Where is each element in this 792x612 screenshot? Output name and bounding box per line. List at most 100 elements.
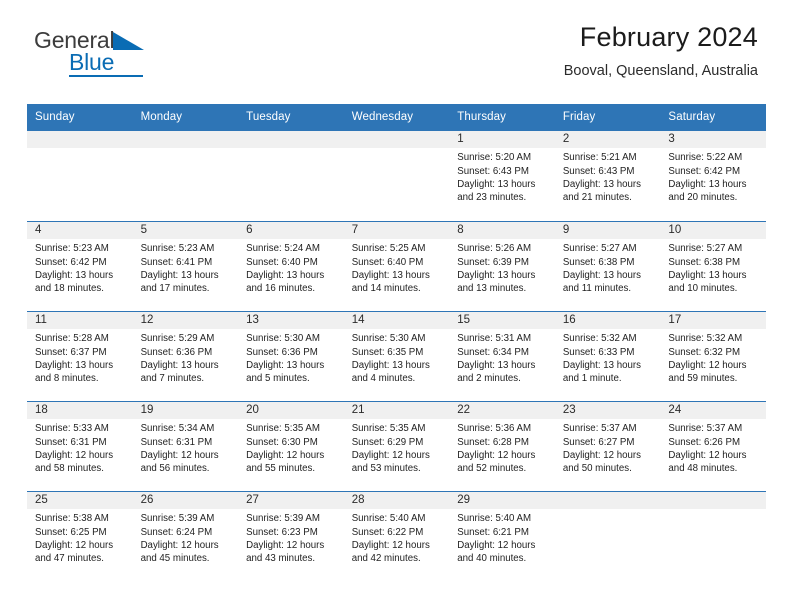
sunrise-text: Sunrise: 5:27 AM (562, 243, 637, 255)
sunrise-text: Sunrise: 5:40 AM (457, 513, 532, 525)
day-cell[interactable]: 1 Sunrise: 5:20 AM Sunset: 6:43 PM Daylight… (449, 131, 555, 222)
daylight-text-line2: and 43 minutes. (246, 553, 316, 565)
daylight-text-line1: Daylight: 12 hours (351, 450, 430, 462)
day-details: Sunrise: 5:25 AM Sunset: 6:40 PM Daylight:… (344, 239, 450, 296)
day-cell[interactable]: 3 Sunrise: 5:22 AM Sunset: 6:42 PM Daylight… (660, 131, 766, 222)
day-cell[interactable]: 21 Sunrise: 5:35 AM Sunset: 6:29 PM Dayligh… (343, 402, 450, 492)
day-number: 1 (449, 131, 555, 149)
sunrise-text: Sunrise: 5:39 AM (246, 513, 320, 525)
day-cell[interactable]: 4 Sunrise: 5:23 AM Sunset: 6:42 PM Daylight… (27, 222, 133, 312)
day-number: 3 (660, 131, 766, 149)
day-cell[interactable]: 25 Sunrise: 5:38 AM Sunset: 6:25 PM Dayligh… (27, 492, 133, 582)
weekday-thursday: Thursday (457, 111, 507, 123)
day-details: Sunrise: 5:31 AM Sunset: 6:34 PM Daylight:… (449, 329, 555, 386)
day-details: Sunrise: 5:23 AM Sunset: 6:41 PM Daylight:… (133, 239, 239, 296)
sunrise-text: Sunrise: 5:23 AM (35, 243, 109, 255)
sunrise-text: Sunrise: 5:35 AM (351, 423, 426, 435)
day-cell[interactable]: 17 Sunrise: 5:32 AM Sunset: 6:32 PM Dayligh… (660, 312, 766, 402)
daylight-text-line1: Daylight: 12 hours (668, 450, 747, 462)
brand-underline (69, 75, 143, 77)
day-cell-empty (660, 492, 766, 582)
day-number: 11 (27, 312, 133, 330)
day-number: 27 (238, 492, 344, 510)
day-cell[interactable]: 7 Sunrise: 5:25 AM Sunset: 6:40 PM Daylight… (343, 222, 450, 312)
daylight-text-line1: Daylight: 13 hours (246, 360, 325, 372)
day-details: Sunrise: 5:40 AM Sunset: 6:22 PM Daylight:… (344, 509, 450, 566)
daylight-text-line1: Daylight: 13 hours (562, 270, 641, 282)
day-cell[interactable]: 15 Sunrise: 5:31 AM Sunset: 6:34 PM Dayligh… (449, 312, 555, 402)
daylight-text-line1: Daylight: 13 hours (140, 360, 219, 372)
daylight-text-line1: Daylight: 12 hours (351, 540, 430, 552)
day-cell[interactable]: 23 Sunrise: 5:37 AM Sunset: 6:27 PM Dayligh… (554, 402, 661, 492)
day-cell-empty (27, 131, 133, 222)
daylight-text-line1: Daylight: 13 hours (668, 270, 747, 282)
day-number: 8 (449, 222, 555, 240)
day-cell[interactable]: 11 Sunrise: 5:28 AM Sunset: 6:37 PM Dayligh… (27, 312, 133, 402)
daylight-text-line2: and 50 minutes. (562, 463, 632, 475)
sunrise-text: Sunrise: 5:39 AM (140, 513, 215, 525)
day-details: Sunrise: 5:20 AM Sunset: 6:43 PM Daylight:… (449, 148, 555, 205)
sunrise-text: Sunrise: 5:32 AM (668, 333, 743, 345)
day-number: 21 (343, 402, 450, 420)
sunset-text: Sunset: 6:42 PM (668, 165, 741, 177)
brand-logo[interactable]: General Blue (34, 29, 164, 81)
day-cell[interactable]: 8 Sunrise: 5:26 AM Sunset: 6:39 PM Daylight… (449, 222, 555, 312)
day-details: Sunrise: 5:30 AM Sunset: 6:35 PM Daylight:… (344, 329, 450, 386)
day-number: 2 (554, 131, 661, 149)
day-cell[interactable]: 22 Sunrise: 5:36 AM Sunset: 6:28 PM Dayligh… (449, 402, 555, 492)
day-cell[interactable]: 12 Sunrise: 5:29 AM Sunset: 6:36 PM Dayligh… (132, 312, 239, 402)
day-cell[interactable]: 20 Sunrise: 5:35 AM Sunset: 6:30 PM Dayligh… (238, 402, 344, 492)
sunrise-text: Sunrise: 5:26 AM (457, 243, 532, 255)
daylight-text-line1: Daylight: 12 hours (668, 360, 747, 372)
day-cell[interactable]: 14 Sunrise: 5:30 AM Sunset: 6:35 PM Dayligh… (343, 312, 450, 402)
daylight-text-line1: Daylight: 12 hours (562, 450, 641, 462)
daylight-text-line2: and 14 minutes. (351, 283, 421, 295)
daylight-text-line2: and 2 minutes. (457, 373, 521, 385)
daylight-text-line1: Daylight: 12 hours (140, 450, 219, 462)
day-number: 18 (27, 402, 133, 420)
day-cell[interactable]: 10 Sunrise: 5:27 AM Sunset: 6:38 PM Dayligh… (660, 222, 766, 312)
day-details: Sunrise: 5:27 AM Sunset: 6:38 PM Daylight:… (660, 239, 766, 296)
daylight-text-line2: and 18 minutes. (35, 283, 104, 295)
day-cell[interactable]: 9 Sunrise: 5:27 AM Sunset: 6:38 PM Daylight… (554, 222, 661, 312)
day-cell[interactable]: 29 Sunrise: 5:40 AM Sunset: 6:21 PM Dayligh… (449, 492, 555, 582)
day-details: Sunrise: 5:29 AM Sunset: 6:36 PM Daylight:… (133, 329, 239, 386)
day-cell[interactable]: 18 Sunrise: 5:33 AM Sunset: 6:31 PM Dayligh… (27, 402, 133, 492)
daylight-text-line2: and 17 minutes. (140, 283, 210, 295)
day-cell[interactable]: 2 Sunrise: 5:21 AM Sunset: 6:43 PM Daylight… (554, 131, 661, 222)
daylight-text-line2: and 53 minutes. (351, 463, 421, 475)
calendar-grid: Sunday Monday Tuesday Wednesday Thursday… (27, 104, 766, 582)
day-cell[interactable]: 16 Sunrise: 5:32 AM Sunset: 6:33 PM Dayligh… (554, 312, 661, 402)
sunset-text: Sunset: 6:40 PM (246, 256, 318, 268)
day-number: 29 (449, 492, 555, 510)
day-cell[interactable]: 5 Sunrise: 5:23 AM Sunset: 6:41 PM Daylight… (132, 222, 239, 312)
day-cell[interactable]: 24 Sunrise: 5:37 AM Sunset: 6:26 PM Dayligh… (660, 402, 766, 492)
sunset-text: Sunset: 6:36 PM (140, 346, 213, 358)
day-cell[interactable]: 26 Sunrise: 5:39 AM Sunset: 6:24 PM Dayligh… (132, 492, 239, 582)
day-details: Sunrise: 5:37 AM Sunset: 6:27 PM Daylight:… (555, 419, 661, 476)
day-number: 20 (238, 402, 344, 420)
daylight-text-line2: and 10 minutes. (668, 283, 738, 295)
day-details: Sunrise: 5:38 AM Sunset: 6:25 PM Daylight:… (27, 509, 133, 566)
day-details: Sunrise: 5:26 AM Sunset: 6:39 PM Daylight:… (449, 239, 555, 296)
daylight-text-line1: Daylight: 12 hours (246, 540, 325, 552)
day-cell[interactable]: 6 Sunrise: 5:24 AM Sunset: 6:40 PM Daylight… (238, 222, 344, 312)
weekday-tuesday: Tuesday (246, 111, 291, 123)
day-cell[interactable]: 28 Sunrise: 5:40 AM Sunset: 6:22 PM Dayligh… (343, 492, 450, 582)
sunset-text: Sunset: 6:43 PM (562, 165, 635, 177)
day-cell-empty (238, 131, 344, 222)
day-cell[interactable]: 19 Sunrise: 5:34 AM Sunset: 6:31 PM Dayligh… (132, 402, 239, 492)
daylight-text-line2: and 16 minutes. (246, 283, 316, 295)
sunset-text: Sunset: 6:33 PM (562, 346, 635, 358)
sunrise-text: Sunrise: 5:37 AM (562, 423, 637, 435)
daylight-text-line2: and 4 minutes. (351, 373, 416, 385)
day-number: 28 (343, 492, 450, 510)
sunrise-text: Sunrise: 5:21 AM (562, 152, 637, 164)
day-cell-empty (132, 131, 239, 222)
day-number: 10 (660, 222, 766, 240)
day-cell[interactable]: 13 Sunrise: 5:30 AM Sunset: 6:36 PM Dayligh… (238, 312, 344, 402)
day-details: Sunrise: 5:32 AM Sunset: 6:32 PM Daylight:… (660, 329, 766, 386)
day-cell[interactable]: 27 Sunrise: 5:39 AM Sunset: 6:23 PM Dayligh… (238, 492, 344, 582)
sunrise-text: Sunrise: 5:22 AM (668, 152, 743, 164)
daylight-text-line2: and 48 minutes. (668, 463, 738, 475)
